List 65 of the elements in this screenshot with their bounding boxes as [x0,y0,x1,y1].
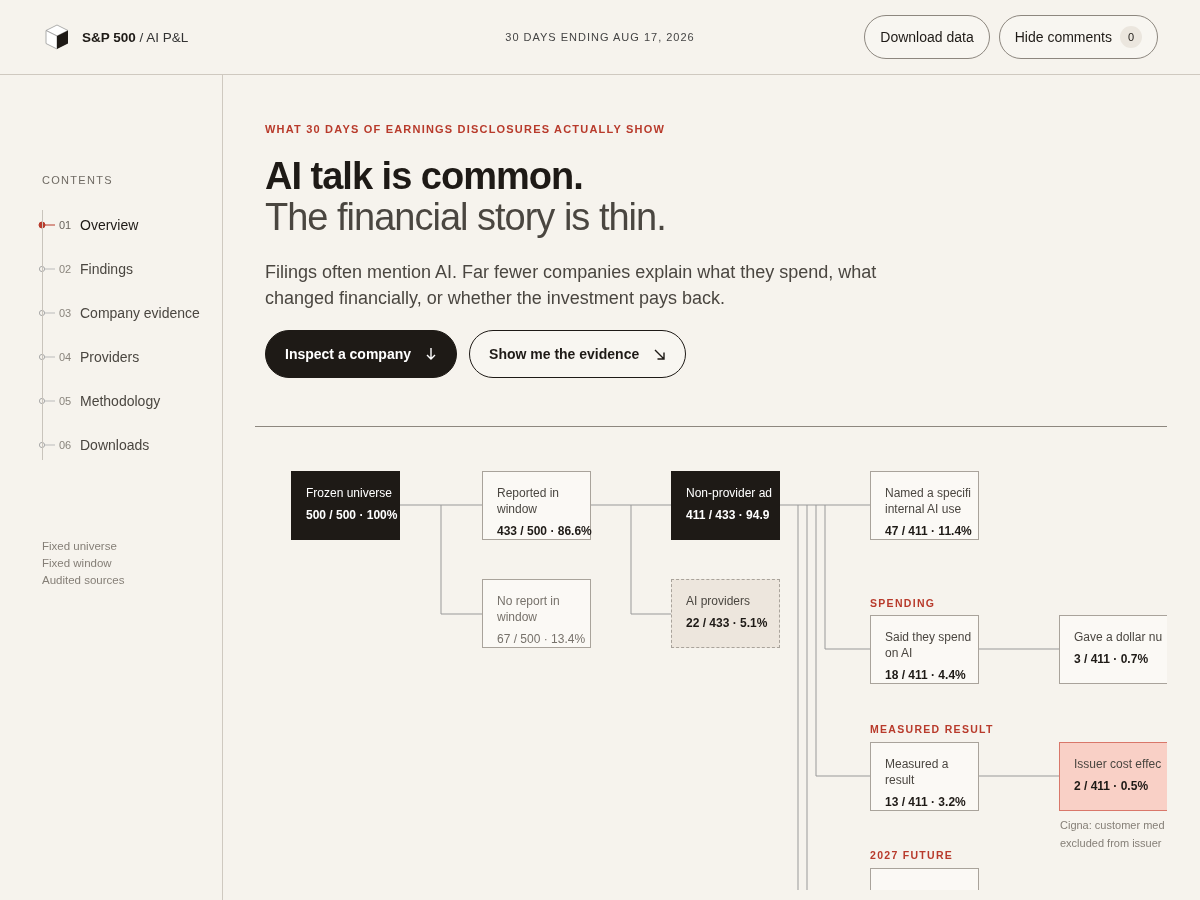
dot-icon [38,309,56,317]
flow-node[interactable]: Gave a dollar nu 3 / 411 · 0.7% [1059,615,1167,684]
dot-icon [38,441,56,449]
node-note: Cigna: customer med [1060,819,1165,831]
dot-icon [38,265,56,273]
contents-heading: CONTENTS [42,174,114,186]
flow-node[interactable]: Named a specifi internal AI use 47 / 411 · 11.4% [870,471,979,540]
node-label: Non-provider ad [686,485,774,501]
flow-node[interactable]: Frozen universe 500 / 500 · 100% [291,471,400,540]
headline: AI talk is common. [265,155,584,197]
node-label: Gave a dollar nu [1074,629,1164,645]
node-value: 22 / 433 · 5.1% [686,616,769,630]
active-dot-icon [38,221,56,229]
cube-logo-icon [44,23,70,51]
lead-paragraph: Filings often mention AI. Far fewer companies explain what they spend, what changed financially, or whether the investment pays back. [265,261,878,310]
node-label: Frozen universe [306,485,394,501]
node-value: 18 / 411 · 4.4% [885,668,967,682]
inspect-company-button[interactable]: Inspect a company [265,330,458,378]
flow-node[interactable]: Issuer cost effec 2 / 411 · 0.5% [1059,742,1167,811]
section-label: SPENDING [870,597,936,609]
hide-comments-button[interactable]: Hide comments 0 [998,15,1158,59]
node-note: excluded from issuer [1060,837,1163,849]
comment-count-badge: 0 [1120,26,1142,48]
node-label: Measured a result [885,756,950,788]
node-value: 411 / 433 · 94.9 [686,508,771,522]
nav-item[interactable]: 02 Findings [38,260,222,278]
node-label: AI providers [686,593,752,609]
node-label: Named a specifi internal AI use [885,485,973,517]
brand-title: S&P 500 / AI P&L [82,29,189,45]
sidebar-note: Fixed window [42,557,113,569]
subheadline: The financial story is thin. [265,197,667,237]
node-value: 13 / 411 · 3.2% [885,795,967,809]
node-value: 433 / 500 · 86.6% [497,524,590,538]
download-button[interactable]: Download data [864,15,990,59]
sidebar-note: Audited sources [42,574,126,586]
section-label: MEASURED RESULT [870,723,994,735]
node-value: 2 / 411 · 0.5% [1074,779,1150,793]
node-value: 500 / 500 · 100% [306,508,399,522]
node-value: 3 / 411 · 0.7% [1074,652,1150,666]
node-label: No report in window [497,593,561,625]
nav-item[interactable]: 01 Overview [38,216,222,234]
dot-icon [38,397,56,405]
flow-node[interactable]: AI providers 22 / 433 · 5.1% [671,579,780,648]
show-evidence-button[interactable]: Show me the evidence [469,330,687,378]
nav-item[interactable]: 06 Downloads [38,436,222,454]
eyebrow-label: WHAT 30 DAYS OF EARNINGS DISCLOSURES ACTUALLY SHOW [265,123,667,135]
node-value: 47 / 411 · 11.4% [885,524,973,538]
flow-node[interactable]: Reported in window 433 / 500 · 86.6% [482,471,591,540]
nav-item[interactable]: 05 Methodology [38,392,222,410]
sidebar-note: Fixed universe [42,540,118,552]
node-value: 67 / 500 · 13.4% [497,632,587,646]
node-label: Said they spend on AI [885,629,973,661]
node-label: Issuer cost effec [1074,756,1163,772]
dot-icon [38,353,56,361]
nav-item[interactable]: 04 Providers [38,348,222,366]
flow-node[interactable]: Said they spend on AI 18 / 411 · 4.4% [870,615,979,684]
arrow-down-icon [425,347,438,361]
flow-node[interactable]: No report in window 67 / 500 · 13.4% [482,579,591,648]
node-label: Reported in window [497,485,561,517]
flow-node[interactable]: Measured a result 13 / 411 · 3.2% [870,742,979,811]
nav-item[interactable]: 03 Company evidence [38,304,222,322]
flow-node[interactable]: Non-provider ad 411 / 433 · 94.9 [671,471,780,540]
period-label: 30 DAYS ENDING AUG 17, 2026 [505,31,695,43]
arrow-down-right-icon [653,347,667,361]
section-label: 2027 FUTURE [870,849,954,861]
